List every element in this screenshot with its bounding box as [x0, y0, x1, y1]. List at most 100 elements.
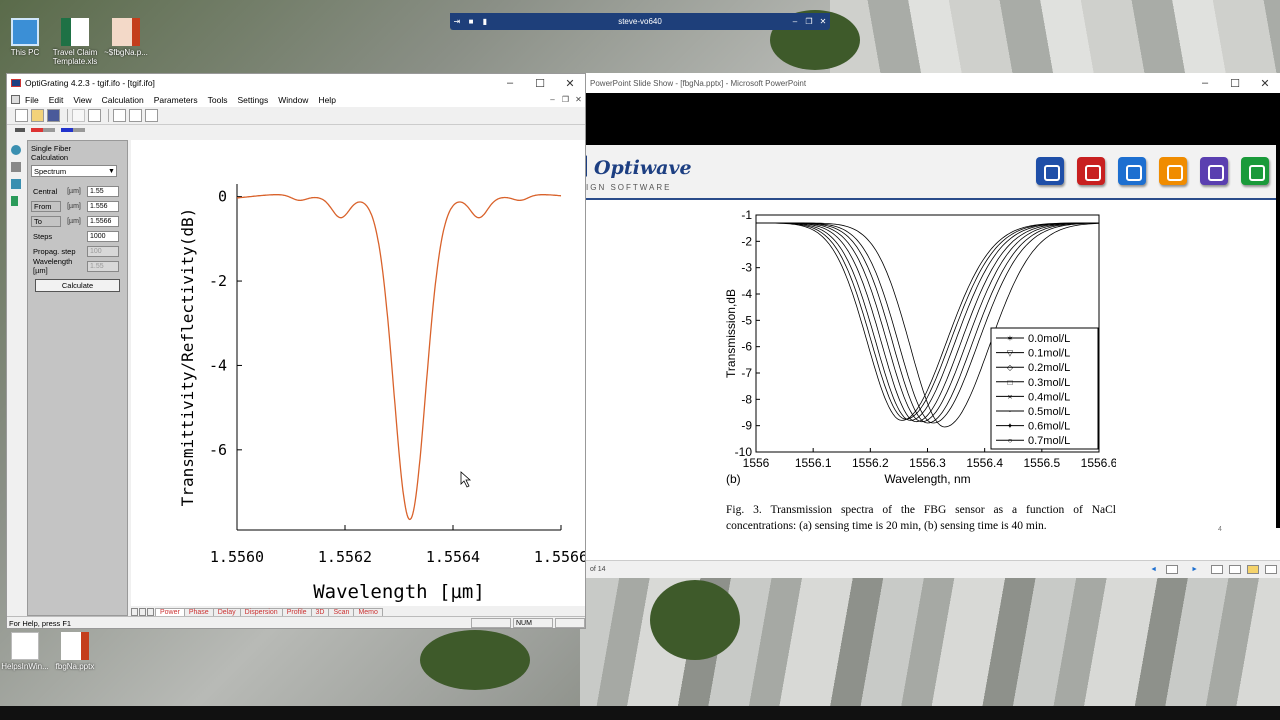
menu-icon[interactable]: [1166, 565, 1179, 574]
menu-settings[interactable]: Settings: [237, 95, 268, 105]
reading-view-icon[interactable]: [1247, 565, 1259, 574]
next-slide-icon[interactable]: ►: [1191, 566, 1198, 573]
menu-edit[interactable]: Edit: [49, 95, 64, 105]
figure-panel-label: (b): [726, 472, 741, 486]
figure-y-tick-label: -5: [741, 313, 752, 327]
waveform-icon[interactable]: [11, 162, 21, 172]
copy-icon[interactable]: [72, 109, 85, 122]
menu-tools[interactable]: Tools: [208, 95, 228, 105]
num-lock-indicator: NUM: [513, 618, 553, 628]
tab-first-icon[interactable]: [131, 608, 138, 616]
plot-y-tick-label: -6: [209, 441, 227, 459]
tab-prev-icon[interactable]: [139, 608, 146, 616]
plot-x-axis-label: Wavelength [µm]: [313, 581, 485, 603]
minimize-icon[interactable]: –: [495, 77, 525, 89]
figure-legend-label: 0.4mol/L: [1028, 391, 1070, 403]
steps-input[interactable]: 1000: [87, 230, 119, 242]
menu-view[interactable]: View: [73, 95, 91, 105]
print-icon[interactable]: [88, 109, 101, 122]
tab-dispersion[interactable]: Dispersion: [239, 608, 283, 616]
figure-legend-label: 0.5mol/L: [1028, 406, 1070, 418]
menu-window[interactable]: Window: [278, 95, 308, 105]
propag-step-input[interactable]: 100: [87, 245, 119, 257]
cursor-icon[interactable]: [11, 179, 21, 189]
figure-x-tick-label: 1556.6: [1081, 456, 1116, 470]
tab-3d[interactable]: 3D: [310, 608, 330, 616]
export-icon[interactable]: [145, 109, 158, 122]
normal-view-icon[interactable]: [1211, 565, 1223, 574]
save-icon[interactable]: [47, 109, 60, 122]
from-input[interactable]: 1.556: [87, 200, 119, 212]
mdi-minimize-icon[interactable]: –: [546, 95, 559, 104]
mdi-close-icon[interactable]: ✕: [572, 95, 585, 104]
play-icon[interactable]: [11, 196, 18, 206]
new-file-icon[interactable]: [15, 109, 28, 122]
slide-counter: of 14: [590, 566, 606, 573]
optigrating-title: OptiGrating 4.2.3 - tgif.ifo - [tgif.ifo…: [25, 78, 155, 88]
menu-parameters[interactable]: Parameters: [154, 95, 198, 105]
image-icon[interactable]: [129, 109, 142, 122]
tab-profile[interactable]: Profile: [281, 608, 312, 616]
maximize-icon[interactable]: ☐: [1220, 77, 1250, 90]
desktop-icon-fbgna-pptx[interactable]: fbgNa.pptx: [40, 632, 110, 671]
restore-icon[interactable]: ❐: [802, 17, 816, 26]
param-row-propag: Propag. step 100: [31, 244, 124, 258]
slide-number: 4: [1218, 526, 1222, 533]
menu-help[interactable]: Help: [318, 95, 335, 105]
figure-legend-marker-icon: ▽: [1007, 349, 1014, 358]
figure-legend-label: 0.1mol/L: [1028, 348, 1070, 360]
slideshow-view-icon[interactable]: [1265, 565, 1277, 574]
figure-y-tick-label: -10: [735, 445, 753, 459]
status-box: [471, 618, 511, 628]
central-input[interactable]: 1.55: [87, 185, 119, 197]
menu-calculation[interactable]: Calculation: [102, 95, 144, 105]
tab-phase[interactable]: Phase: [183, 608, 214, 616]
minimize-icon[interactable]: –: [1190, 77, 1220, 89]
slide-sorter-icon[interactable]: [1229, 565, 1241, 574]
wavelength-input[interactable]: 1.55: [87, 260, 119, 272]
signal-icon: ▮: [482, 17, 488, 26]
tab-memo[interactable]: Memo: [353, 608, 383, 616]
menu-file[interactable]: File: [25, 95, 39, 105]
figure-legend-marker-icon: ·: [1009, 407, 1012, 416]
prev-slide-icon[interactable]: ◄: [1150, 566, 1157, 573]
to-input[interactable]: 1.5566: [87, 215, 119, 227]
tab-delay[interactable]: Delay: [212, 608, 241, 616]
open-folder-icon[interactable]: [31, 109, 44, 122]
tab-next-icon[interactable]: [147, 608, 154, 616]
maximize-icon[interactable]: ☐: [525, 77, 555, 90]
red-line-icon[interactable]: [31, 127, 55, 132]
figure-x-tick-label: 1556.5: [1023, 456, 1060, 470]
tab-scan[interactable]: Scan: [328, 608, 355, 616]
mode-select[interactable]: Spectrum ▼: [31, 165, 117, 177]
view-icon[interactable]: [113, 109, 126, 122]
mdi-restore-icon[interactable]: ❐: [559, 95, 572, 104]
plot-tabs: Power Phase Delay Dispersion Profile 3D …: [131, 606, 585, 616]
desktop-icon-temp-pptx[interactable]: ~$fbgNa.p...: [91, 18, 161, 57]
fiber-icon[interactable]: [11, 145, 21, 155]
close-icon[interactable]: ✕: [816, 17, 830, 26]
figure-y-tick-label: -3: [741, 261, 752, 275]
powerpoint-file-icon: [61, 632, 89, 660]
left-toolbar: [8, 140, 26, 620]
pin-icon[interactable]: ⇥: [450, 17, 464, 26]
background-tree: [650, 580, 740, 660]
app-icon-5: [1200, 157, 1228, 185]
tab-power[interactable]: Power: [155, 608, 185, 616]
close-icon[interactable]: ✕: [555, 77, 585, 90]
blue-line-icon[interactable]: [61, 127, 85, 132]
calculate-button[interactable]: Calculate: [35, 279, 120, 292]
figure-y-axis-label: Transmission,dB: [724, 289, 738, 378]
computer-icon: [11, 18, 39, 46]
layout-icon[interactable]: [15, 127, 25, 132]
figure-legend-label: 0.6mol/L: [1028, 421, 1070, 433]
app-icon-3: [1118, 157, 1146, 185]
lock-icon[interactable]: ■: [464, 17, 478, 26]
close-icon[interactable]: ✕: [1250, 77, 1280, 90]
param-row-from: From [µm] 1.556: [31, 199, 124, 213]
figure-y-tick-label: -6: [741, 340, 752, 354]
figure-legend-label: 0.3mol/L: [1028, 377, 1070, 389]
chevron-down-icon[interactable]: ▼: [107, 168, 116, 175]
minimize-icon[interactable]: –: [788, 17, 802, 26]
plot-y-axis-label: Transmittivity/Reflectivity(dB): [178, 208, 197, 507]
